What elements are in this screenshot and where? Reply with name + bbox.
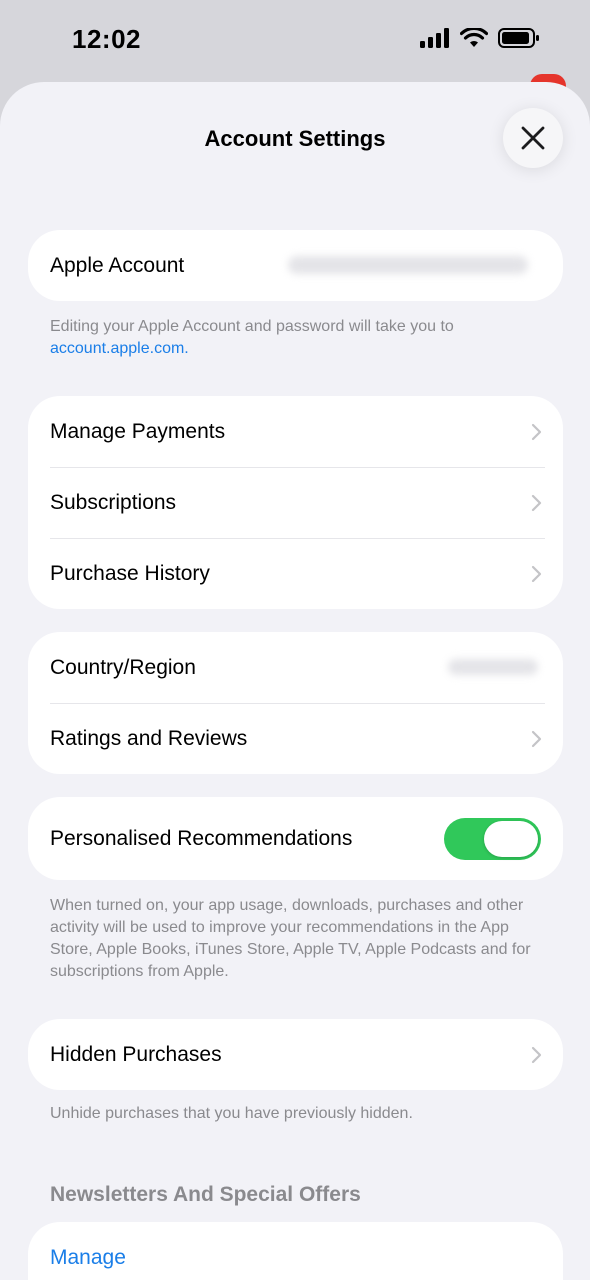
payments-group: Manage Payments Subscriptions Purchase H… — [28, 396, 563, 609]
ratings-reviews-row[interactable]: Ratings and Reviews — [28, 703, 563, 774]
apple-account-footnote: Editing your Apple Account and password … — [50, 316, 550, 360]
recommendations-footnote: When turned on, your app usage, download… — [50, 897, 531, 980]
manage-newsletters-row[interactable]: Manage — [28, 1222, 563, 1280]
close-button[interactable] — [503, 108, 563, 168]
personalised-recommendations-row: Personalised Recommendations — [28, 797, 563, 880]
newsletters-section-header: Newsletters And Special Offers — [50, 1183, 361, 1206]
subscriptions-label: Subscriptions — [50, 490, 177, 514]
sheet-title: Account Settings — [204, 126, 386, 151]
apple-account-row[interactable]: Apple Account — [28, 230, 563, 301]
recommendations-group: Personalised Recommendations — [28, 797, 563, 880]
country-region-value-blurred — [448, 659, 538, 675]
chevron-right-icon — [531, 1046, 542, 1063]
cellular-signal-icon — [420, 28, 449, 48]
purchase-history-row[interactable]: Purchase History — [28, 538, 563, 609]
manage-newsletters-link[interactable]: Manage — [50, 1246, 541, 1270]
status-bar: 12:02 — [0, 0, 590, 98]
manage-payments-label: Manage Payments — [50, 419, 226, 443]
hidden-purchases-footnote: Unhide purchases that you have previousl… — [50, 1105, 413, 1122]
hidden-purchases-row[interactable]: Hidden Purchases — [28, 1019, 563, 1090]
newsletters-group: Manage — [28, 1222, 563, 1280]
status-time: 12:02 — [72, 24, 141, 54]
chevron-right-icon — [531, 730, 542, 747]
region-group: Country/Region Ratings and Reviews — [28, 632, 563, 774]
country-region-row[interactable]: Country/Region — [28, 632, 563, 703]
battery-icon — [498, 28, 539, 48]
manage-payments-row[interactable]: Manage Payments — [28, 396, 563, 467]
ratings-reviews-label: Ratings and Reviews — [50, 726, 248, 750]
personalised-recommendations-toggle[interactable] — [444, 817, 541, 860]
apple-account-note-text: Editing your Apple Account and password … — [50, 318, 454, 335]
subscriptions-row[interactable]: Subscriptions — [28, 467, 563, 538]
purchase-history-label: Purchase History — [50, 561, 210, 585]
wifi-icon — [460, 28, 488, 47]
status-icons — [420, 28, 540, 48]
apple-account-email-blurred — [288, 256, 528, 274]
account-settings-sheet: Account Settings Apple Account Editing y… — [0, 82, 590, 1280]
chevron-right-icon — [531, 423, 542, 440]
hidden-purchases-label: Hidden Purchases — [50, 1042, 222, 1066]
account-apple-link[interactable]: account.apple.com. — [50, 340, 189, 357]
toggle-knob — [484, 820, 538, 857]
chevron-right-icon — [531, 565, 542, 582]
apple-account-group: Apple Account — [28, 230, 563, 301]
close-icon — [521, 126, 545, 150]
chevron-right-icon — [531, 494, 542, 511]
hidden-purchases-group: Hidden Purchases — [28, 1019, 563, 1090]
